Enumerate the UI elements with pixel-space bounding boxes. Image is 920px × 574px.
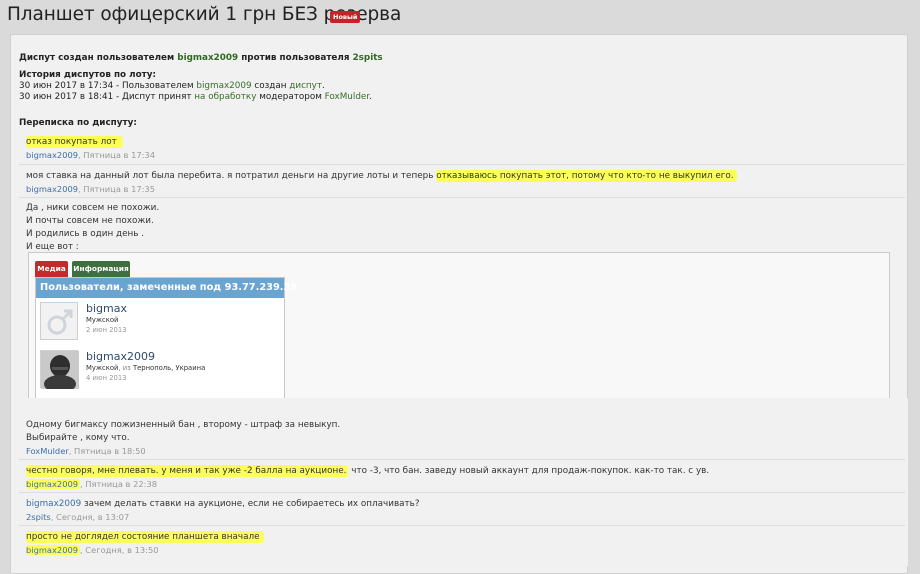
user-name-link[interactable]: bigmax2009 xyxy=(86,350,155,363)
message-meta: FoxMulder, Пятница в 18:50 xyxy=(26,446,146,456)
message-text: честно говоря, мне плевать. у меня и так… xyxy=(26,465,710,478)
history-date: 30 июн 2017 в 17:34 xyxy=(19,81,114,91)
author-link[interactable]: bigmax2009 xyxy=(26,479,81,489)
highlighted-text: отказываюсь покупать этот, потому что кт… xyxy=(436,170,737,182)
message-line: И родились в один день . xyxy=(26,229,145,239)
photo-avatar[interactable] xyxy=(40,350,79,393)
user-joined: 2 июн 2013 xyxy=(86,326,127,334)
message-date: , Пятница в 17:34 xyxy=(78,150,155,160)
message-item: bigmax2009 зачем делать ставки на аукцио… xyxy=(19,492,905,525)
message-line: Одному бигмаксу пожизненный бан , втором… xyxy=(26,420,341,430)
dispute-header: Диспут создан пользователем bigmax2009 п… xyxy=(19,53,383,64)
message-date: , Пятница в 17:35 xyxy=(78,184,155,194)
conversation-title: Переписка по диспуту: xyxy=(19,118,137,128)
user-gender: Мужской xyxy=(86,364,119,372)
message-text: просто не доглядел состояние планшета вн… xyxy=(26,531,264,544)
message-text-plain: моя ставка на данный лот была перебита. … xyxy=(26,171,437,181)
creator-link[interactable]: bigmax2009 xyxy=(177,53,238,63)
user-gender-location: Мужской, из Тернополь, Украина xyxy=(86,364,205,372)
message-date: , Пятница в 22:38 xyxy=(80,479,157,489)
user-name-link[interactable]: bigmax xyxy=(86,302,127,315)
highlighted-text: просто не доглядел состояние планшета вн… xyxy=(26,531,264,543)
new-badge: Новый xyxy=(330,11,361,23)
history-text: - Диспут принят xyxy=(113,92,195,102)
message-line: И почты совсем не похожи. xyxy=(26,216,154,226)
message-item: честно говоря, мне плевать. у меня и так… xyxy=(19,459,905,492)
message-meta: bigmax2009, Пятница в 22:38 xyxy=(26,479,157,489)
message-item: просто не доглядел состояние планшета вн… xyxy=(19,525,905,561)
history-text: . xyxy=(369,92,372,102)
dispute-header-mid: против пользователя xyxy=(241,53,350,63)
history-item: 30 июн 2017 в 18:41 - Диспут принят на о… xyxy=(19,92,383,103)
title-bar: Планшет офицерский 1 грн БЕЗ резерва Нов… xyxy=(0,0,920,34)
male-symbol-icon[interactable] xyxy=(40,302,78,340)
history-user-link[interactable]: bigmax2009 xyxy=(196,81,251,91)
message-text: моя ставка на данный лот была перебита. … xyxy=(26,170,737,183)
message-meta: bigmax2009, Сегодня, в 13:50 xyxy=(26,545,159,555)
highlighted-text: отказ покупать лот xyxy=(26,136,123,148)
message-text-plain: зачем делать ставки на аукционе, если не… xyxy=(81,499,420,509)
message-item: моя ставка на данный лот была перебита. … xyxy=(19,164,905,197)
mention-link[interactable]: bigmax2009 xyxy=(26,499,81,509)
message-date: , Сегодня, в 13:50 xyxy=(80,545,159,555)
user-location: Тернополь, Украина xyxy=(132,364,206,372)
highlighted-text: честно говоря, мне плевать. у меня и так… xyxy=(26,465,349,477)
author-link[interactable]: bigmax2009 xyxy=(26,184,78,194)
users-panel: Пользователи, замеченные под 93.77.239.3… xyxy=(35,277,297,399)
message-date: , Пятница в 18:50 xyxy=(68,446,146,456)
users-panel-header: Пользователи, замеченные под 93.77.239.3… xyxy=(36,278,297,298)
message-meta: bigmax2009, Пятница в 17:35 xyxy=(26,184,155,194)
message-text-plain: что -3, что бан. заведу новый аккаунт дл… xyxy=(348,466,710,476)
author-link[interactable]: 2spits xyxy=(26,512,51,522)
message-item: Одному бигмаксу пожизненный бан , втором… xyxy=(19,413,905,459)
user-joined: 4 июн 2013 xyxy=(86,374,127,382)
user-row: bigmax2009 Мужской, из Тернополь, Украин… xyxy=(36,348,284,396)
history-text: . xyxy=(322,81,325,91)
author-link[interactable]: bigmax2009 xyxy=(26,150,78,160)
message-text: bigmax2009 зачем делать ставки на аукцио… xyxy=(26,499,420,511)
user-row: bigmax Мужской 2 июн 2013 xyxy=(36,300,284,348)
author-link[interactable]: bigmax2009 xyxy=(26,545,81,555)
history-title: История диспутов по лоту: xyxy=(19,70,156,80)
tab-media[interactable]: Медиа xyxy=(35,261,68,277)
message-item: отказ покупать лот bigmax2009, Пятница в… xyxy=(19,131,905,164)
history-item: 30 июн 2017 в 17:34 - Пользователем bigm… xyxy=(19,81,383,92)
history-text: - Пользователем xyxy=(113,81,197,91)
history-text: модератором xyxy=(256,92,325,102)
message-line: Выбирайте , кому что. xyxy=(26,433,130,443)
message-meta: bigmax2009, Пятница в 17:34 xyxy=(26,150,155,160)
tab-info[interactable]: Информация xyxy=(72,261,130,277)
opponent-link[interactable]: 2spits xyxy=(353,53,383,63)
message-date: , Сегодня, в 13:07 xyxy=(50,512,130,522)
author-link[interactable]: FoxMulder xyxy=(26,446,69,456)
message-text: отказ покупать лот xyxy=(26,136,123,149)
user-gender: Мужской xyxy=(86,316,119,324)
message-meta: 2spits, Сегодня, в 13:07 xyxy=(26,512,129,522)
dispute-header-pre: Диспут создан пользователем xyxy=(19,53,175,63)
user-location-pre: , из xyxy=(118,364,133,372)
history-date: 30 июн 2017 в 18:41 xyxy=(19,92,114,102)
history-moderator-link[interactable]: FoxMulder xyxy=(325,92,369,102)
history-text: создан xyxy=(251,81,290,91)
embedded-screenshot: Медиа Информация Пользователи, замеченны… xyxy=(28,252,890,400)
history-dispute-link[interactable]: диспут xyxy=(289,81,322,91)
message-line: Да , ники совсем не похожи. xyxy=(26,203,160,213)
dispute-info: Диспут создан пользователем bigmax2009 п… xyxy=(19,53,383,129)
history-processing-link[interactable]: на обработку xyxy=(194,92,256,102)
